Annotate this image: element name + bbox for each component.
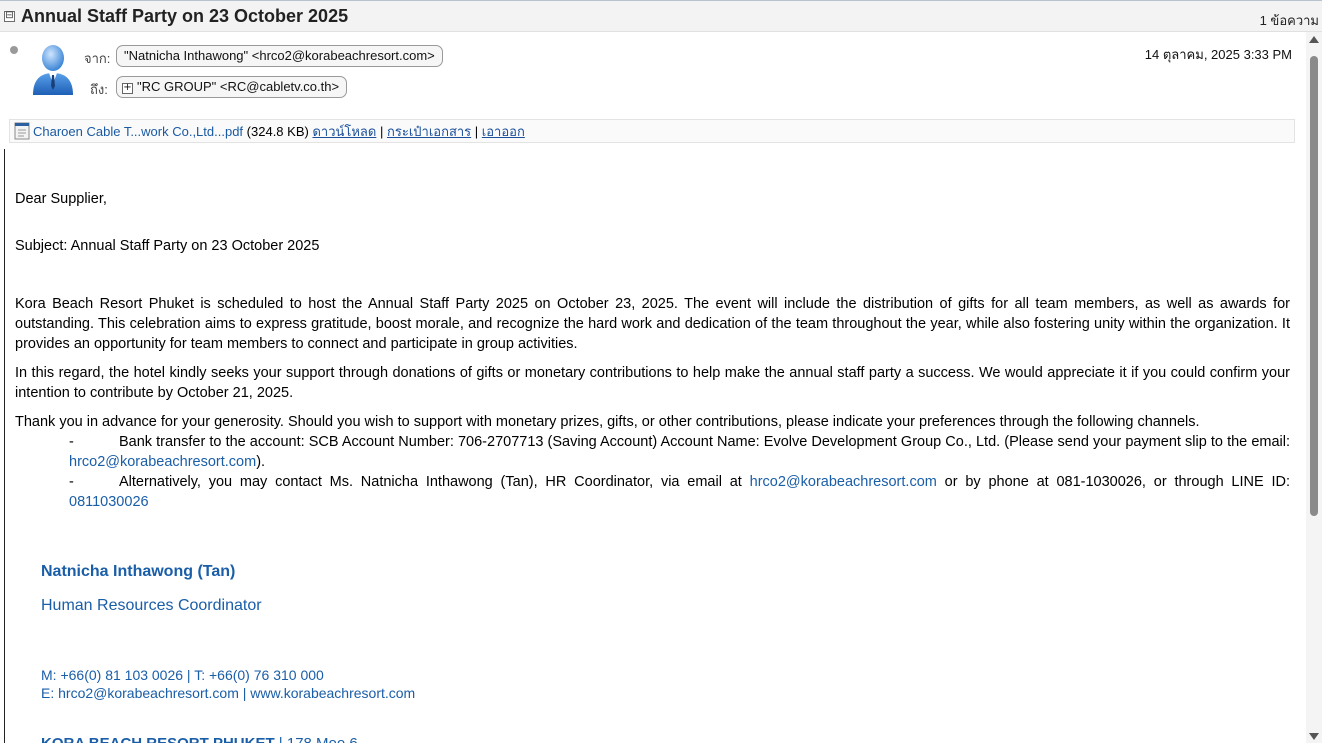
- bullet-text-end: ).: [256, 454, 266, 470]
- remove-link[interactable]: เอาออก: [482, 124, 525, 139]
- bullet-text: Bank transfer to the account: SCB Accoun…: [119, 434, 1290, 450]
- paragraph-2: In this regard, the hotel kindly seeks y…: [15, 365, 1290, 401]
- separator: |: [474, 124, 479, 139]
- thread-header-bar: ⊟ Annual Staff Party on 23 October 2025 …: [0, 0, 1322, 32]
- signature-name: Natnicha Inthawong (Tan): [41, 563, 236, 580]
- collapse-thread-icon[interactable]: ⊟: [4, 11, 15, 22]
- greeting: Dear Supplier,: [15, 191, 107, 207]
- attachment-bar: Charoen Cable T...work Co.,Ltd...pdf (32…: [9, 119, 1295, 143]
- thread-title: Annual Staff Party on 23 October 2025: [21, 6, 349, 26]
- signature-email-web[interactable]: E: hrco2@korabeachresort.com | www.korab…: [41, 685, 415, 701]
- bullet-bank-transfer: - Bank transfer to the account: SCB Accou…: [69, 432, 1290, 472]
- signature-resort: KORA BEACH RESORT PHUKET | 178 Moo 6: [41, 735, 358, 743]
- signature-phones: M: +66(0) 81 103 0026 | T: +66(0) 76 310…: [41, 667, 324, 683]
- resort-name: KORA BEACH RESORT PHUKET: [41, 735, 275, 743]
- avatar-icon: [33, 45, 73, 95]
- recipient-pill[interactable]: + "RC GROUP" <RC@cabletv.co.th>: [116, 76, 348, 98]
- email-link[interactable]: hrco2@korabeachresort.com: [69, 454, 256, 470]
- read-status-icon[interactable]: [10, 46, 18, 54]
- resort-address: | 178 Moo 6: [275, 735, 358, 743]
- signature-role: Human Resources Coordinator: [41, 597, 262, 614]
- download-link[interactable]: ดาวน์โหลด: [312, 124, 376, 139]
- separator: |: [379, 124, 384, 139]
- bullet-contact: - Alternatively, you may contact Ms. Natn…: [69, 472, 1290, 512]
- scroll-down-icon[interactable]: [1309, 733, 1319, 740]
- message-date: 14 ตุลาคม, 2025 3:33 PM: [1144, 47, 1292, 62]
- bullet-dash: -: [69, 434, 74, 450]
- subject-line: Subject: Annual Staff Party on 23 Octobe…: [15, 238, 320, 254]
- message-header: จาก: "Natnicha Inthawong" <hrco2@korabea…: [0, 32, 1306, 118]
- scroll-up-icon[interactable]: [1309, 36, 1319, 43]
- message-count: 1 ข้อความ: [1259, 13, 1319, 28]
- paragraph-3: Thank you in advance for your generosity…: [15, 414, 1200, 430]
- recipient-text: "RC GROUP" <RC@cabletv.co.th>: [137, 79, 340, 94]
- sender-pill[interactable]: "Natnicha Inthawong" <hrco2@korabeachres…: [116, 45, 443, 67]
- paragraph-1: Kora Beach Resort Phuket is scheduled to…: [15, 296, 1290, 352]
- briefcase-link[interactable]: กระเป๋าเอกสาร: [387, 124, 471, 139]
- scroll-thumb[interactable]: [1310, 56, 1318, 516]
- line-id-link[interactable]: 0811030026: [69, 494, 149, 510]
- vertical-scrollbar[interactable]: [1306, 32, 1322, 743]
- bullet-dash: -: [69, 474, 74, 490]
- message-body: Dear Supplier, Subject: Annual Staff Par…: [4, 149, 1306, 743]
- document-icon: [14, 122, 30, 140]
- bullet-text: Alternatively, you may contact Ms. Natni…: [119, 474, 750, 490]
- attachment-size: (324.8 KB): [246, 124, 309, 139]
- email-link[interactable]: hrco2@korabeachresort.com: [750, 474, 937, 490]
- attachment-name[interactable]: Charoen Cable T...work Co.,Ltd...pdf: [33, 124, 243, 139]
- bullet-text-mid: or by phone at 081-1030026, or through L…: [936, 474, 1290, 490]
- to-label: ถึง:: [90, 82, 108, 97]
- from-label: จาก:: [84, 51, 111, 66]
- expand-recipient-icon[interactable]: +: [122, 83, 133, 94]
